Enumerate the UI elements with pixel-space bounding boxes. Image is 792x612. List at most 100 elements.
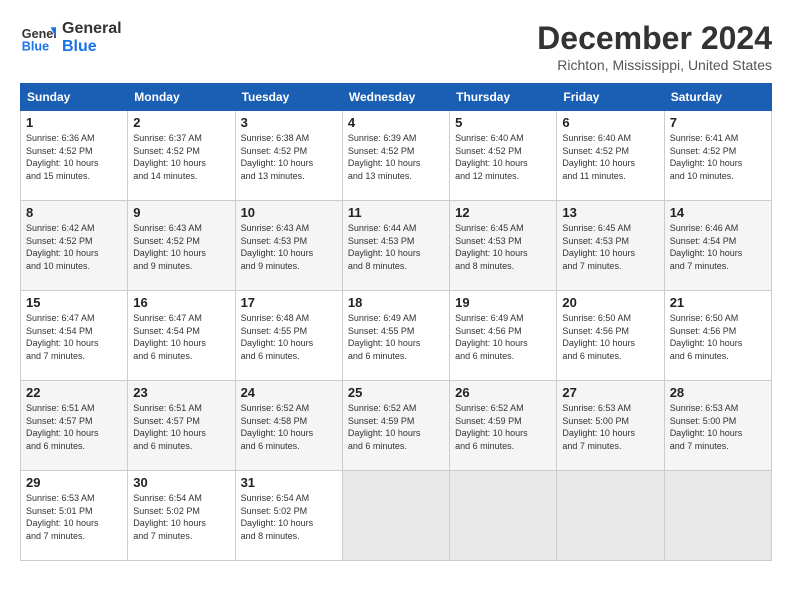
calendar-week-row: 29 Sunrise: 6:53 AM Sunset: 5:01 PM Dayl… xyxy=(21,471,772,561)
calendar-day-cell: 22 Sunrise: 6:51 AM Sunset: 4:57 PM Dayl… xyxy=(21,381,128,471)
day-info: Sunrise: 6:47 AM Sunset: 4:54 PM Dayligh… xyxy=(133,312,229,362)
calendar-week-row: 8 Sunrise: 6:42 AM Sunset: 4:52 PM Dayli… xyxy=(21,201,772,291)
day-number: 20 xyxy=(562,295,658,310)
calendar-day-cell: 7 Sunrise: 6:41 AM Sunset: 4:52 PM Dayli… xyxy=(664,111,771,201)
day-info: Sunrise: 6:37 AM Sunset: 4:52 PM Dayligh… xyxy=(133,132,229,182)
calendar-day-cell: 21 Sunrise: 6:50 AM Sunset: 4:56 PM Dayl… xyxy=(664,291,771,381)
calendar-day-cell: 29 Sunrise: 6:53 AM Sunset: 5:01 PM Dayl… xyxy=(21,471,128,561)
calendar-day-cell: 19 Sunrise: 6:49 AM Sunset: 4:56 PM Dayl… xyxy=(450,291,557,381)
calendar-week-row: 15 Sunrise: 6:47 AM Sunset: 4:54 PM Dayl… xyxy=(21,291,772,381)
calendar-day-cell: 10 Sunrise: 6:43 AM Sunset: 4:53 PM Dayl… xyxy=(235,201,342,291)
day-number: 22 xyxy=(26,385,122,400)
day-number: 18 xyxy=(348,295,444,310)
day-number: 21 xyxy=(670,295,766,310)
calendar-day-cell: 25 Sunrise: 6:52 AM Sunset: 4:59 PM Dayl… xyxy=(342,381,449,471)
day-info: Sunrise: 6:39 AM Sunset: 4:52 PM Dayligh… xyxy=(348,132,444,182)
day-number: 3 xyxy=(241,115,337,130)
calendar-day-cell: 15 Sunrise: 6:47 AM Sunset: 4:54 PM Dayl… xyxy=(21,291,128,381)
day-number: 5 xyxy=(455,115,551,130)
day-info: Sunrise: 6:46 AM Sunset: 4:54 PM Dayligh… xyxy=(670,222,766,272)
day-info: Sunrise: 6:40 AM Sunset: 4:52 PM Dayligh… xyxy=(455,132,551,182)
calendar-day-cell: 20 Sunrise: 6:50 AM Sunset: 4:56 PM Dayl… xyxy=(557,291,664,381)
calendar-day-cell xyxy=(342,471,449,561)
calendar-day-cell: 28 Sunrise: 6:53 AM Sunset: 5:00 PM Dayl… xyxy=(664,381,771,471)
day-number: 19 xyxy=(455,295,551,310)
weekday-header: Wednesday xyxy=(342,84,449,111)
calendar-day-cell: 23 Sunrise: 6:51 AM Sunset: 4:57 PM Dayl… xyxy=(128,381,235,471)
day-info: Sunrise: 6:51 AM Sunset: 4:57 PM Dayligh… xyxy=(133,402,229,452)
day-info: Sunrise: 6:41 AM Sunset: 4:52 PM Dayligh… xyxy=(670,132,766,182)
day-number: 26 xyxy=(455,385,551,400)
weekday-header: Saturday xyxy=(664,84,771,111)
logo-wordmark: General Blue xyxy=(62,20,122,55)
day-number: 31 xyxy=(241,475,337,490)
calendar-day-cell: 16 Sunrise: 6:47 AM Sunset: 4:54 PM Dayl… xyxy=(128,291,235,381)
day-info: Sunrise: 6:51 AM Sunset: 4:57 PM Dayligh… xyxy=(26,402,122,452)
calendar-day-cell: 9 Sunrise: 6:43 AM Sunset: 4:52 PM Dayli… xyxy=(128,201,235,291)
calendar-day-cell: 2 Sunrise: 6:37 AM Sunset: 4:52 PM Dayli… xyxy=(128,111,235,201)
calendar-day-cell: 5 Sunrise: 6:40 AM Sunset: 4:52 PM Dayli… xyxy=(450,111,557,201)
day-number: 24 xyxy=(241,385,337,400)
day-number: 12 xyxy=(455,205,551,220)
day-number: 7 xyxy=(670,115,766,130)
day-info: Sunrise: 6:45 AM Sunset: 4:53 PM Dayligh… xyxy=(455,222,551,272)
logo: General Blue General Blue xyxy=(20,20,122,56)
calendar-day-cell: 1 Sunrise: 6:36 AM Sunset: 4:52 PM Dayli… xyxy=(21,111,128,201)
calendar-day-cell: 8 Sunrise: 6:42 AM Sunset: 4:52 PM Dayli… xyxy=(21,201,128,291)
logo-line1: General xyxy=(62,20,122,38)
day-info: Sunrise: 6:53 AM Sunset: 5:00 PM Dayligh… xyxy=(562,402,658,452)
day-info: Sunrise: 6:45 AM Sunset: 4:53 PM Dayligh… xyxy=(562,222,658,272)
calendar-day-cell: 3 Sunrise: 6:38 AM Sunset: 4:52 PM Dayli… xyxy=(235,111,342,201)
day-number: 28 xyxy=(670,385,766,400)
day-number: 11 xyxy=(348,205,444,220)
day-info: Sunrise: 6:40 AM Sunset: 4:52 PM Dayligh… xyxy=(562,132,658,182)
day-info: Sunrise: 6:38 AM Sunset: 4:52 PM Dayligh… xyxy=(241,132,337,182)
calendar-day-cell: 4 Sunrise: 6:39 AM Sunset: 4:52 PM Dayli… xyxy=(342,111,449,201)
calendar-day-cell: 24 Sunrise: 6:52 AM Sunset: 4:58 PM Dayl… xyxy=(235,381,342,471)
calendar-day-cell xyxy=(450,471,557,561)
day-number: 8 xyxy=(26,205,122,220)
day-info: Sunrise: 6:44 AM Sunset: 4:53 PM Dayligh… xyxy=(348,222,444,272)
weekday-header: Monday xyxy=(128,84,235,111)
calendar-day-cell xyxy=(557,471,664,561)
day-number: 25 xyxy=(348,385,444,400)
day-info: Sunrise: 6:52 AM Sunset: 4:59 PM Dayligh… xyxy=(455,402,551,452)
day-number: 13 xyxy=(562,205,658,220)
month-title: December 2024 xyxy=(537,20,772,57)
day-number: 2 xyxy=(133,115,229,130)
day-info: Sunrise: 6:49 AM Sunset: 4:55 PM Dayligh… xyxy=(348,312,444,362)
weekday-header-row: SundayMondayTuesdayWednesdayThursdayFrid… xyxy=(21,84,772,111)
day-number: 9 xyxy=(133,205,229,220)
day-info: Sunrise: 6:47 AM Sunset: 4:54 PM Dayligh… xyxy=(26,312,122,362)
day-number: 1 xyxy=(26,115,122,130)
day-info: Sunrise: 6:43 AM Sunset: 4:52 PM Dayligh… xyxy=(133,222,229,272)
svg-text:Blue: Blue xyxy=(22,40,49,54)
location-title: Richton, Mississippi, United States xyxy=(537,57,772,73)
calendar-week-row: 1 Sunrise: 6:36 AM Sunset: 4:52 PM Dayli… xyxy=(21,111,772,201)
calendar-day-cell: 14 Sunrise: 6:46 AM Sunset: 4:54 PM Dayl… xyxy=(664,201,771,291)
day-number: 30 xyxy=(133,475,229,490)
calendar-day-cell: 18 Sunrise: 6:49 AM Sunset: 4:55 PM Dayl… xyxy=(342,291,449,381)
day-number: 15 xyxy=(26,295,122,310)
calendar-table: SundayMondayTuesdayWednesdayThursdayFrid… xyxy=(20,83,772,561)
calendar-day-cell: 30 Sunrise: 6:54 AM Sunset: 5:02 PM Dayl… xyxy=(128,471,235,561)
day-info: Sunrise: 6:54 AM Sunset: 5:02 PM Dayligh… xyxy=(133,492,229,542)
weekday-header: Friday xyxy=(557,84,664,111)
day-number: 14 xyxy=(670,205,766,220)
day-info: Sunrise: 6:54 AM Sunset: 5:02 PM Dayligh… xyxy=(241,492,337,542)
day-number: 4 xyxy=(348,115,444,130)
day-info: Sunrise: 6:52 AM Sunset: 4:59 PM Dayligh… xyxy=(348,402,444,452)
logo-icon: General Blue xyxy=(20,20,56,56)
day-info: Sunrise: 6:50 AM Sunset: 4:56 PM Dayligh… xyxy=(562,312,658,362)
day-info: Sunrise: 6:53 AM Sunset: 5:01 PM Dayligh… xyxy=(26,492,122,542)
day-info: Sunrise: 6:53 AM Sunset: 5:00 PM Dayligh… xyxy=(670,402,766,452)
calendar-day-cell: 11 Sunrise: 6:44 AM Sunset: 4:53 PM Dayl… xyxy=(342,201,449,291)
day-info: Sunrise: 6:48 AM Sunset: 4:55 PM Dayligh… xyxy=(241,312,337,362)
day-number: 10 xyxy=(241,205,337,220)
day-number: 29 xyxy=(26,475,122,490)
title-section: December 2024 Richton, Mississippi, Unit… xyxy=(537,20,772,73)
day-number: 27 xyxy=(562,385,658,400)
logo-line2: Blue xyxy=(62,38,122,56)
calendar-day-cell: 26 Sunrise: 6:52 AM Sunset: 4:59 PM Dayl… xyxy=(450,381,557,471)
day-info: Sunrise: 6:43 AM Sunset: 4:53 PM Dayligh… xyxy=(241,222,337,272)
